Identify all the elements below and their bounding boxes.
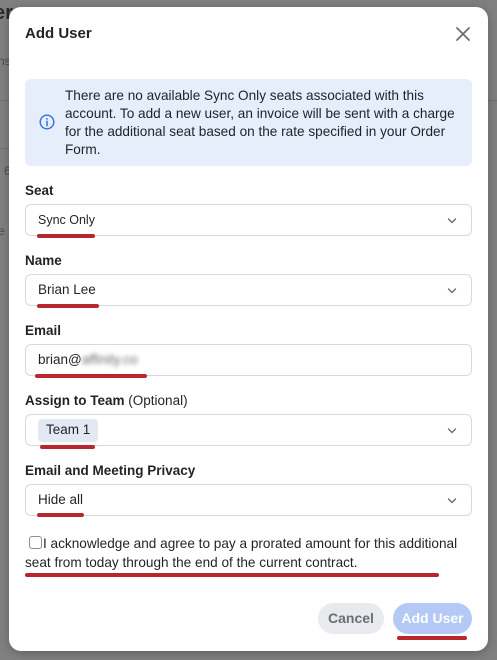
acknowledgement-text: I acknowledge and agree to pay a prorate…	[25, 536, 458, 570]
background-divider	[487, 100, 497, 101]
annotation-underline	[37, 304, 99, 308]
close-icon	[456, 27, 470, 41]
optional-tag: (Optional)	[128, 393, 188, 408]
team-chip[interactable]: Team 1	[38, 419, 99, 442]
name-label: Name	[25, 253, 62, 268]
info-icon	[39, 114, 55, 130]
dialog-title: Add User	[25, 25, 92, 42]
chevron-down-icon	[447, 498, 457, 504]
add-user-dialog: Add User There are no available Sync Onl…	[9, 7, 488, 651]
acknowledge-checkbox[interactable]	[29, 536, 42, 549]
notice-text: There are no available Sync Only seats a…	[65, 88, 455, 157]
seat-select-value: Sync Only	[38, 213, 95, 227]
annotation-underline	[397, 636, 467, 640]
add-user-button[interactable]: Add User	[393, 603, 472, 634]
cancel-button[interactable]: Cancel	[318, 603, 384, 634]
chevron-down-icon	[447, 428, 457, 434]
background-text-fragment: e	[0, 224, 5, 238]
name-select[interactable]: Brian Lee	[25, 274, 472, 306]
annotation-underline	[40, 445, 95, 449]
seat-select[interactable]: Sync Only	[25, 204, 472, 236]
team-select[interactable]: Team 1	[25, 414, 472, 446]
email-label: Email	[25, 323, 62, 338]
annotation-underline	[35, 374, 147, 378]
privacy-select-value: Hide all	[38, 492, 84, 507]
email-field[interactable]: brian@affinity.co	[25, 344, 472, 376]
acknowledgement-row: I acknowledge and agree to pay a prorate…	[25, 534, 465, 572]
team-label-text: Assign to Team	[25, 393, 125, 408]
chevron-down-icon	[447, 288, 457, 294]
email-local-part: brian@	[38, 352, 82, 367]
email-domain-redacted: affinity.co	[81, 352, 138, 367]
privacy-select[interactable]: Hide all	[25, 484, 472, 516]
close-button[interactable]	[454, 25, 472, 43]
annotation-underline	[37, 513, 84, 517]
name-select-value: Brian Lee	[38, 282, 96, 297]
chevron-down-icon	[447, 218, 457, 224]
privacy-label: Email and Meeting Privacy	[25, 463, 196, 478]
seat-notice-banner: There are no available Sync Only seats a…	[25, 79, 472, 166]
team-label: Assign to Team (Optional)	[25, 393, 188, 408]
seat-label: Seat	[25, 183, 54, 198]
email-field-value: brian@affinity.co	[38, 352, 138, 367]
annotation-underline	[25, 573, 439, 577]
annotation-underline	[37, 234, 95, 238]
